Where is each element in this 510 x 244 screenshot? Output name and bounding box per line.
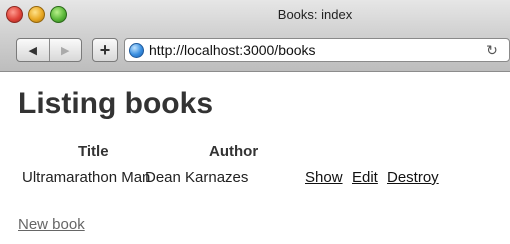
edit-link[interactable]: Edit bbox=[352, 169, 378, 186]
reload-icon: ↻ bbox=[486, 41, 498, 58]
forward-button[interactable]: ▶ bbox=[50, 39, 82, 61]
page-title: Listing books bbox=[18, 87, 213, 120]
reload-button[interactable]: ↻ bbox=[483, 42, 501, 59]
browser-toolbar: ◀ ▶ + http://localhost:3000/books ↻ bbox=[0, 34, 510, 68]
new-book-link[interactable]: New book bbox=[18, 216, 85, 233]
browser-chrome: Books: index ◀ ▶ + http://localhost:3000… bbox=[0, 0, 510, 72]
book-author-cell: Dean Karnazes bbox=[145, 169, 249, 186]
column-header-title: Title bbox=[78, 143, 109, 160]
back-button[interactable]: ◀ bbox=[17, 39, 50, 61]
page-content: Listing books Title Author Ultramarathon… bbox=[0, 73, 510, 244]
forward-arrow-icon: ▶ bbox=[61, 44, 70, 57]
destroy-link[interactable]: Destroy bbox=[387, 169, 439, 186]
book-title-cell: Ultramarathon Man bbox=[22, 169, 151, 186]
nav-buttons: ◀ ▶ bbox=[16, 38, 82, 62]
address-bar[interactable]: http://localhost:3000/books ↻ bbox=[124, 38, 510, 62]
add-bookmark-button[interactable]: + bbox=[92, 38, 118, 62]
url-input[interactable]: http://localhost:3000/books bbox=[149, 42, 483, 58]
window-title: Books: index bbox=[277, 7, 353, 22]
globe-icon bbox=[129, 42, 144, 58]
titlebar: Books: index bbox=[0, 0, 510, 32]
column-header-author: Author bbox=[209, 143, 259, 160]
back-arrow-icon: ◀ bbox=[28, 44, 37, 57]
show-link[interactable]: Show bbox=[305, 169, 343, 186]
